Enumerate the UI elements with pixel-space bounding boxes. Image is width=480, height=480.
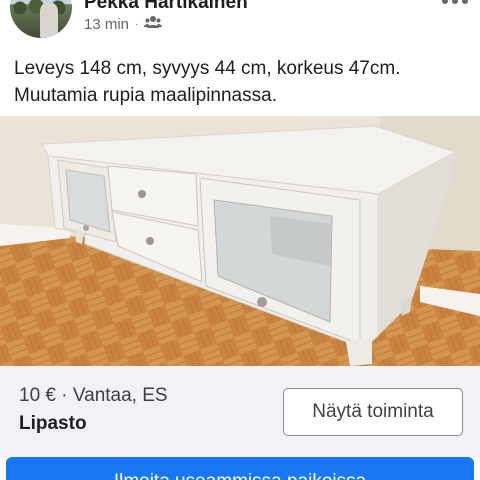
post-text-line-1: Leveys 148 cm, syvyys 44 cm, korkeus 47c… bbox=[14, 58, 401, 79]
show-action-button[interactable]: Näytä toiminta bbox=[283, 388, 463, 436]
listing-photo[interactable] bbox=[0, 116, 480, 366]
post-header: Pekka Hartikainen 13 min · bbox=[0, 0, 480, 48]
post-text: Leveys 148 cm, syvyys 44 cm, korkeus 47c… bbox=[14, 55, 469, 109]
post-in-more-places-button[interactable]: Ilmoita useammissa paikoissa bbox=[6, 457, 474, 480]
price-location: 10 € · Vantaa, ES bbox=[19, 385, 168, 406]
post-text-line-2: Muutamia rupia maalipinnassa. bbox=[14, 85, 277, 106]
item-title[interactable]: Lipasto bbox=[19, 413, 87, 435]
post-time[interactable]: 13 min bbox=[84, 16, 129, 33]
listing-summary: 10 € · Vantaa, ES Lipasto Näytä toiminta bbox=[0, 366, 480, 457]
author-name[interactable]: Pekka Hartikainen bbox=[84, 0, 248, 14]
group-icon bbox=[144, 15, 163, 33]
meta-separator: · bbox=[135, 18, 139, 30]
avatar[interactable] bbox=[10, 0, 72, 38]
tv-cabinet-photo bbox=[0, 116, 480, 366]
post-meta: 13 min · bbox=[84, 15, 163, 33]
more-dots-icon[interactable] bbox=[440, 0, 470, 4]
avatar-person bbox=[40, 2, 58, 38]
